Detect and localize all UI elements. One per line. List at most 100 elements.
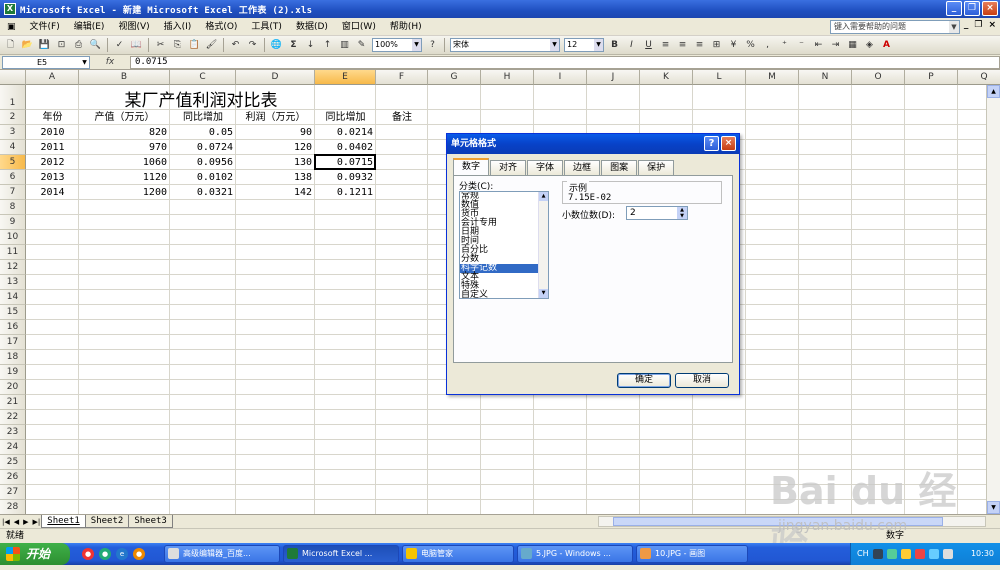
chevron-down-icon[interactable]: ▼ <box>550 39 559 51</box>
row-header[interactable]: 9 <box>0 215 26 230</box>
data-cell[interactable]: 2014 <box>26 185 79 200</box>
list-scrollbar[interactable]: ▲ ▼ <box>538 192 548 298</box>
header-cell[interactable]: 同比增加 <box>170 110 236 125</box>
data-cell[interactable]: 820 <box>79 125 170 140</box>
percent-icon[interactable]: % <box>743 38 758 53</box>
menu-insert[interactable]: 插入(I) <box>157 18 199 36</box>
row-header[interactable]: 16 <box>0 320 26 335</box>
format-painter-icon[interactable]: 🖌 <box>204 38 219 53</box>
italic-button[interactable]: I <box>624 38 639 53</box>
column-header[interactable]: B <box>79 70 170 85</box>
column-header[interactable]: Q <box>958 70 1000 85</box>
menu-format[interactable]: 格式(O) <box>198 18 244 36</box>
column-header[interactable]: L <box>693 70 746 85</box>
data-cell[interactable]: 0.0956 <box>170 155 236 170</box>
sheet-tab-2[interactable]: Sheet2 <box>84 515 130 528</box>
header-cell[interactable]: 年份 <box>26 110 79 125</box>
sheet-tab-1[interactable]: Sheet1 <box>41 515 86 528</box>
row-header[interactable]: 3 <box>0 125 26 140</box>
new-icon[interactable]: 🗋 <box>3 38 18 53</box>
row-header[interactable]: 1 <box>0 85 26 110</box>
data-cell[interactable]: 2012 <box>26 155 79 170</box>
column-header[interactable]: F <box>376 70 428 85</box>
vertical-scrollbar[interactable]: ▲ ▼ <box>986 85 1000 514</box>
decrease-decimal-icon[interactable]: ⁻ <box>794 38 809 53</box>
row-header[interactable]: 5 <box>0 155 26 170</box>
print-icon[interactable]: ⎙ <box>71 38 86 53</box>
row-header[interactable]: 12 <box>0 260 26 275</box>
row-header[interactable]: 23 <box>0 425 26 440</box>
row-header[interactable]: 8 <box>0 200 26 215</box>
start-button[interactable]: 开始 <box>0 543 70 565</box>
task-excel[interactable]: Microsoft Excel ... <box>283 545 399 563</box>
menu-doc-icon[interactable]: ▣ <box>0 18 23 36</box>
column-header[interactable]: J <box>587 70 640 85</box>
row-header[interactable]: 20 <box>0 380 26 395</box>
menu-view[interactable]: 视图(V) <box>111 18 156 36</box>
data-cell[interactable]: 1120 <box>79 170 170 185</box>
row-header[interactable]: 21 <box>0 395 26 410</box>
data-cell[interactable]: 130 <box>236 155 315 170</box>
name-box[interactable]: E5 ▼ <box>2 55 90 69</box>
column-header[interactable]: K <box>640 70 693 85</box>
data-cell[interactable]: 0.0214 <box>315 125 376 140</box>
comma-icon[interactable]: , <box>760 38 775 53</box>
row-header[interactable]: 11 <box>0 245 26 260</box>
font-color-icon[interactable]: A <box>879 38 894 53</box>
close-button[interactable]: × <box>982 1 998 16</box>
row-header[interactable]: 14 <box>0 290 26 305</box>
currency-icon[interactable]: ¥ <box>726 38 741 53</box>
row-header[interactable]: 4 <box>0 140 26 155</box>
browser-icon[interactable]: ● <box>99 548 111 560</box>
copy-icon[interactable]: ⎘ <box>170 38 185 53</box>
column-header[interactable]: H <box>481 70 534 85</box>
next-sheet-icon[interactable]: ▶ <box>21 518 30 526</box>
drawing-icon[interactable]: ✎ <box>354 38 369 53</box>
row-header[interactable]: 13 <box>0 275 26 290</box>
language-indicator[interactable]: CH <box>857 543 869 565</box>
undo-icon[interactable]: ↶ <box>228 38 243 53</box>
task-paint[interactable]: 10.JPG - 画图 <box>636 545 748 563</box>
align-left-icon[interactable]: ≡ <box>658 38 673 53</box>
header-cell[interactable]: 利润（万元） <box>236 110 315 125</box>
data-cell[interactable]: 90 <box>236 125 315 140</box>
task-image-viewer[interactable]: 5.JPG - Windows ... <box>517 545 633 563</box>
ime-icon[interactable] <box>873 549 883 559</box>
tab-patterns[interactable]: 图案 <box>601 160 638 175</box>
help-search-input[interactable]: 键入需要帮助的问题 ▼ <box>830 20 960 34</box>
tab-protection[interactable]: 保护 <box>638 160 675 175</box>
row-header[interactable]: 27 <box>0 485 26 500</box>
scroll-up-icon[interactable]: ▲ <box>987 85 1000 98</box>
excel-icon[interactable]: X <box>4 3 16 15</box>
column-header[interactable]: N <box>799 70 852 85</box>
sort-descending-icon[interactable]: ↑ <box>320 38 335 53</box>
data-cell[interactable]: 0.0321 <box>170 185 236 200</box>
print-preview-icon[interactable]: 🔍 <box>88 38 103 53</box>
increase-indent-icon[interactable]: ⇥ <box>828 38 843 53</box>
column-header[interactable]: O <box>852 70 905 85</box>
data-cell[interactable]: 138 <box>236 170 315 185</box>
header-cell[interactable]: 产值（万元） <box>79 110 170 125</box>
data-cell[interactable]: 1200 <box>79 185 170 200</box>
data-cell[interactable]: 0.05 <box>170 125 236 140</box>
select-all-corner[interactable] <box>0 70 26 85</box>
cut-icon[interactable]: ✂ <box>153 38 168 53</box>
sort-ascending-icon[interactable]: ↓ <box>303 38 318 53</box>
column-header[interactable]: E <box>315 70 376 85</box>
redo-icon[interactable]: ↷ <box>245 38 260 53</box>
menu-file[interactable]: 文件(F) <box>23 18 67 36</box>
column-header[interactable]: C <box>170 70 236 85</box>
menu-tools[interactable]: 工具(T) <box>244 18 289 36</box>
chevron-down-icon[interactable]: ▼ <box>80 57 89 68</box>
column-header[interactable]: D <box>236 70 315 85</box>
row-header[interactable]: 6 <box>0 170 26 185</box>
tab-font[interactable]: 字体 <box>527 160 564 175</box>
chrome-icon[interactable]: ● <box>82 548 94 560</box>
tray-icon[interactable] <box>887 549 897 559</box>
data-cell[interactable]: 142 <box>236 185 315 200</box>
decimal-places-stepper[interactable]: 2 ▲ ▼ <box>626 206 688 220</box>
doc-minimize-button[interactable]: _ <box>964 20 969 30</box>
decrease-indent-icon[interactable]: ⇤ <box>811 38 826 53</box>
underline-button[interactable]: U <box>641 38 656 53</box>
save-icon[interactable]: 💾 <box>37 38 52 53</box>
